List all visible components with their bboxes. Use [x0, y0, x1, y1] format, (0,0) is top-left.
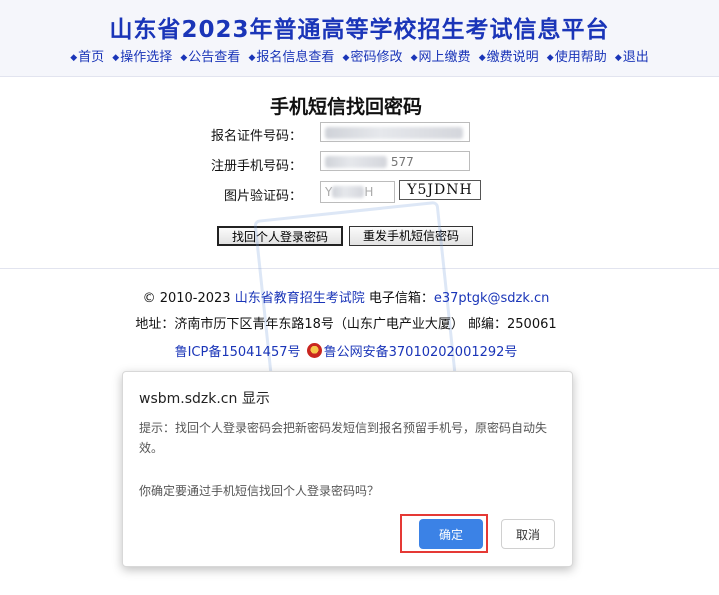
nav-item-operations[interactable]: ◆操作选择 [112, 50, 172, 65]
site-title: 山东省2023年普通高等学校招生考试信息平台 [109, 17, 610, 43]
nav-item-payment[interactable]: ◆网上缴费 [411, 50, 471, 65]
form-title: 手机短信找回密码 [269, 96, 422, 118]
nav-item-registration-info[interactable]: ◆报名信息查看 [248, 50, 334, 65]
id-number-input[interactable] [320, 122, 470, 142]
ok-button[interactable]: 确定 [419, 519, 483, 549]
captcha-image[interactable]: Y5JDNH [399, 180, 481, 200]
phone-input[interactable]: 577 [320, 151, 470, 171]
phone-visible-digits: 577 [390, 155, 414, 169]
id-number-label: 报名证件号码： [210, 129, 302, 144]
nav-item-home[interactable]: ◆首页 [70, 50, 104, 65]
redacted-value [325, 127, 463, 139]
copyright-line: © 2010-2023 山东省教育招生考试院 电子信箱：e37ptgk@sdzk… [142, 291, 550, 306]
nav-item-logout[interactable]: ◆退出 [615, 50, 649, 65]
resend-sms-button[interactable]: 重发手机短信密码 [349, 226, 473, 246]
divider [0, 268, 719, 269]
record-line: 鲁ICP备15041457号 鲁公网安备37010202001292号 [0, 341, 692, 360]
retrieve-password-button[interactable]: 找回个人登录密码 [217, 226, 343, 246]
nav-item-payment-help[interactable]: ◆缴费说明 [479, 50, 539, 65]
dialog-origin: wsbm.sdzk.cn 显示 [139, 391, 270, 407]
dialog-question: 你确定要通过手机短信找回个人登录密码吗？ [139, 484, 380, 498]
redacted-value [325, 156, 387, 168]
org-link[interactable]: 山东省教育招生考试院 [235, 291, 365, 306]
nav-item-announcements[interactable]: ◆公告查看 [180, 50, 240, 65]
nav-item-help[interactable]: ◆使用帮助 [547, 50, 607, 65]
address-line: 地址：济南市历下区青年东路18号（山东广电产业大厦） 邮编：250061 [135, 317, 557, 332]
nav-bar: ◆首页 ◆操作选择 ◆公告查看 ◆报名信息查看 ◆密码修改 ◆网上缴费 ◆缴费说… [0, 46, 719, 65]
cancel-button[interactable]: 取消 [501, 519, 555, 549]
email-link[interactable]: e37ptgk@sdzk.cn [434, 291, 550, 306]
redacted-value [332, 186, 365, 198]
nav-item-password[interactable]: ◆密码修改 [343, 50, 403, 65]
dialog-notice: 提示：找回个人登录密码会把新密码发短信到报名预留手机号，原密码自动失效。 [139, 421, 548, 455]
phone-label: 注册手机号码： [210, 159, 302, 174]
confirm-dialog: wsbm.sdzk.cn 显示 提示：找回个人登录密码会把新密码发短信到报名预留… [122, 371, 573, 567]
icp-link[interactable]: 鲁ICP备15041457号 [175, 345, 301, 360]
captcha-input[interactable]: YH [320, 181, 395, 203]
captcha-label: 图片验证码： [223, 189, 302, 204]
police-record-link[interactable]: 鲁公网安备37010202001292号 [324, 345, 518, 360]
site-header: 山东省2023年普通高等学校招生考试信息平台 ◆首页 ◆操作选择 ◆公告查看 ◆… [0, 0, 719, 77]
police-badge-icon [306, 343, 322, 358]
